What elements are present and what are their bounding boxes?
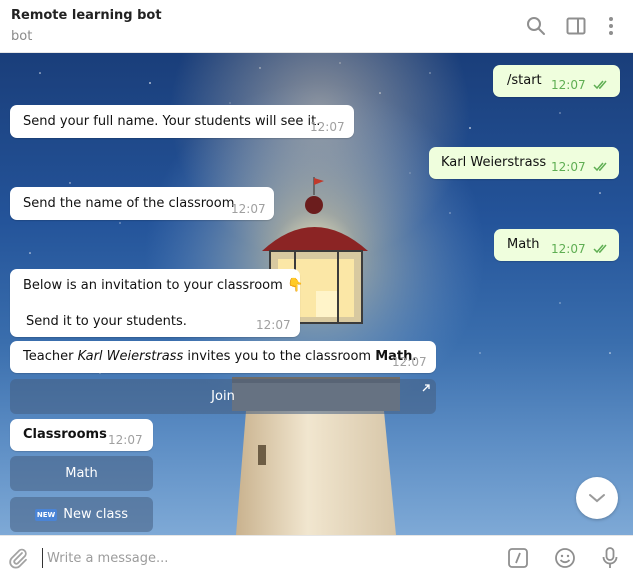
sidebar-toggle-icon[interactable] <box>564 14 588 38</box>
new-badge-icon: NEW <box>34 508 58 521</box>
outgoing-message[interactable]: Math 12:07 <box>494 229 619 261</box>
message-prefix: Teacher <box>23 349 78 364</box>
new-class-button[interactable]: NEW New class <box>10 497 153 532</box>
chat-subtitle: bot <box>11 29 33 44</box>
math-button-label: Math <box>65 466 98 481</box>
incoming-message[interactable]: Below is an invitation to your classroom… <box>10 269 303 337</box>
message-text: Classrooms <box>23 427 107 442</box>
message-time: 12:07 <box>551 78 586 92</box>
message-time: 12:07 <box>108 433 143 447</box>
incoming-message[interactable]: Teacher Karl Weierstrass invites you to … <box>10 341 436 373</box>
message-composer <box>0 535 633 579</box>
search-icon[interactable] <box>524 14 548 38</box>
message-text: Karl Weierstrass <box>441 155 547 170</box>
message-time: 12:07 <box>392 355 427 369</box>
message-input[interactable] <box>42 548 482 568</box>
outgoing-message[interactable]: Karl Weierstrass 12:07 <box>429 147 619 179</box>
message-time: 12:07 <box>551 242 586 256</box>
join-button-label: Join <box>211 389 235 404</box>
message-line1: Below is an invitation to your classroom <box>23 278 283 293</box>
emoji-icon[interactable] <box>553 546 577 570</box>
point-down-emoji: 👇 <box>286 278 304 293</box>
attach-icon[interactable] <box>6 546 30 570</box>
external-link-icon <box>422 384 430 392</box>
message-text: Teacher Karl Weierstrass invites you to … <box>23 349 417 364</box>
microphone-icon[interactable] <box>598 546 622 570</box>
bot-commands-icon[interactable] <box>506 546 530 570</box>
incoming-message[interactable]: Send the name of the classroom 12:07 <box>10 187 274 220</box>
message-time: 12:07 <box>310 120 345 134</box>
join-button[interactable]: Join <box>10 379 436 414</box>
message-text-line1: Below is an invitation to your classroom… <box>23 278 303 293</box>
message-text: Math <box>507 237 540 252</box>
incoming-message[interactable]: Classrooms 12:07 <box>10 419 153 451</box>
message-text: Send the name of the classroom <box>23 196 235 211</box>
math-class-button[interactable]: Math <box>10 456 153 491</box>
message-time: 12:07 <box>256 318 291 332</box>
outgoing-message[interactable]: /start 12:07 <box>493 65 620 97</box>
chevron-down-icon <box>589 494 605 503</box>
new-class-button-label: New class <box>63 507 129 522</box>
message-time: 12:07 <box>551 160 586 174</box>
message-middle: invites you to the classroom <box>183 349 376 364</box>
scroll-down-button[interactable] <box>576 477 618 519</box>
read-ticks-icon <box>593 80 607 90</box>
chat-area[interactable]: /start 12:07 Send your full name. Your s… <box>0 53 633 535</box>
chat-title[interactable]: Remote learning bot <box>11 8 162 23</box>
read-ticks-icon <box>593 244 607 254</box>
more-vertical-icon[interactable] <box>599 14 623 38</box>
message-text[interactable]: /start <box>507 73 542 88</box>
message-time: 12:07 <box>231 202 266 216</box>
chat-header: Remote learning bot bot <box>0 0 633 53</box>
message-text-line2: Send it to your students. <box>26 314 187 329</box>
read-ticks-icon <box>593 162 607 172</box>
message-text: Send your full name. Your students will … <box>23 114 321 129</box>
teacher-name: Karl Weierstrass <box>77 349 184 364</box>
incoming-message[interactable]: Send your full name. Your students will … <box>10 105 354 138</box>
